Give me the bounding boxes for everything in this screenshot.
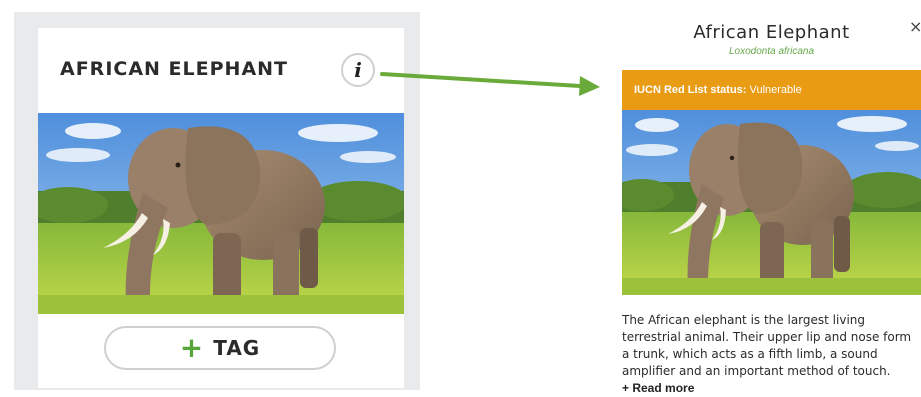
info-icon: i <box>354 58 362 82</box>
tag-button[interactable]: + TAG <box>104 326 336 370</box>
species-description: The African elephant is the largest livi… <box>622 313 912 378</box>
elephant-photo <box>38 113 404 314</box>
status-value: Vulnerable <box>749 84 802 96</box>
scientific-name: Loxodonta africana <box>728 46 815 57</box>
iucn-status-bar: IUCN Red List status: Vulnerable <box>622 70 921 110</box>
tag-button-label: TAG <box>213 336 261 360</box>
species-detail-panel: African Elephant Loxodonta africana × IU… <box>622 0 921 397</box>
detail-title: African Elephant <box>693 22 850 43</box>
plus-icon: + <box>179 331 204 364</box>
elephant-photo-detail <box>622 110 921 295</box>
elephant-photo-icon <box>38 113 404 314</box>
arrow-right-icon <box>380 72 600 96</box>
read-more-link[interactable]: + Read more <box>622 381 694 395</box>
card-title: AFRICAN ELEPHANT <box>60 58 289 80</box>
species-card: AFRICAN ELEPHANT i + TAG <box>38 28 404 388</box>
close-icon[interactable]: × <box>909 19 921 35</box>
screen: AFRICAN ELEPHANT i + TAG African Elephan… <box>0 0 921 397</box>
info-button[interactable]: i <box>341 53 375 87</box>
elephant-photo-detail-icon <box>622 110 921 295</box>
status-label: IUCN Red List status: <box>634 84 747 96</box>
